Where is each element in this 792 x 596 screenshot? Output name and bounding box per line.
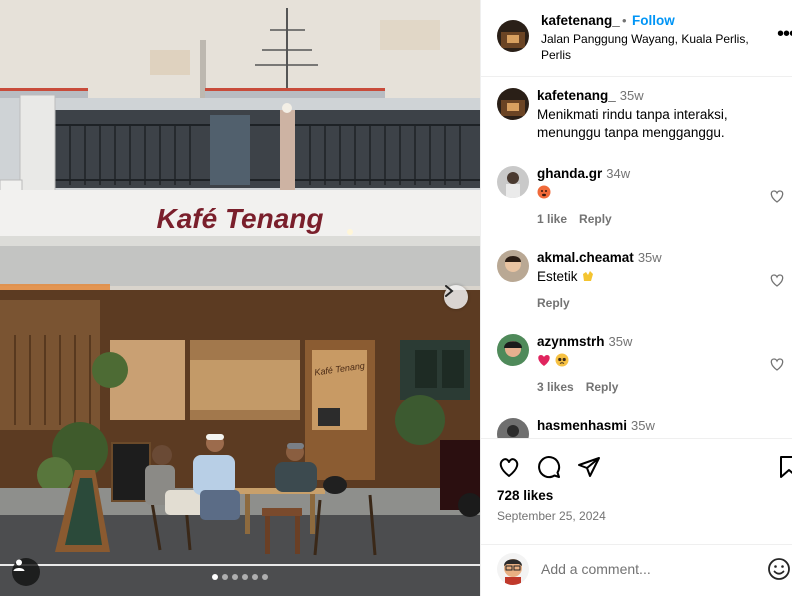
comment-text-value: Estetik (537, 269, 578, 284)
comment-username-text[interactable]: akmal.cheamat (537, 250, 634, 265)
author-avatar[interactable] (497, 20, 529, 52)
heart-icon[interactable] (769, 356, 785, 372)
pleading-face-emoji (555, 353, 569, 367)
carousel-dot (222, 574, 228, 580)
add-comment-bar (481, 544, 792, 596)
commenter-avatar[interactable] (497, 166, 529, 198)
post-location[interactable]: Jalan Panggung Wayang, Kuala Perlis, Per… (541, 31, 751, 63)
comments-list[interactable]: kafetenang_ 35w Menikmati rindu tanpa int… (481, 77, 792, 438)
current-user-avatar (497, 553, 529, 585)
comment-item: hasmenhasmi 35w (497, 418, 787, 438)
post-date[interactable]: September 25, 2024 (497, 509, 606, 523)
separator-dot: • (622, 13, 627, 28)
caption-time[interactable]: 35w (620, 88, 644, 103)
comment-item: akmal.cheamat 35w Estetik Reply (497, 250, 787, 312)
post-caption: kafetenang_ 35w Menikmati rindu tanpa int… (497, 88, 787, 148)
comment-text (537, 184, 767, 202)
cartoon-avatar-image (497, 553, 529, 585)
cafe-sign-text: Kafé Tenang (157, 203, 324, 234)
commenter-avatar[interactable] (497, 250, 529, 282)
cafe-avatar-image (497, 20, 529, 52)
caption-text: Menikmati rindu tanpa interaksi, menungg… (537, 107, 728, 140)
post-side-panel: kafetenang_ • Follow Jalan Panggung Waya… (480, 0, 792, 596)
comment-username-text[interactable]: hasmenhasmi (537, 418, 627, 433)
comment-meta: 1 like Reply (537, 212, 624, 226)
cafe-avatar-image (497, 88, 529, 120)
next-photo-button[interactable] (444, 285, 468, 309)
person-avatar-image (497, 250, 529, 282)
comment-time[interactable]: 35w (609, 334, 633, 349)
post-actions: 728 likes September 25, 2024 (481, 438, 792, 544)
comment-icon[interactable] (537, 455, 561, 479)
red-heart-emoji (538, 355, 550, 366)
instagram-post-view: Kafé Tenang Kafé Tenang kafetenang_ • Fo… (0, 0, 792, 596)
carousel-dots (212, 574, 268, 580)
hot-face-emoji (537, 185, 551, 199)
heart-icon[interactable] (497, 455, 521, 479)
heart-icon[interactable] (769, 272, 785, 288)
commenter-avatar[interactable] (497, 334, 529, 366)
person-tag-icon (13, 559, 25, 571)
caption-username[interactable]: kafetenang_ 35w (537, 88, 644, 103)
commenter-avatar[interactable] (497, 418, 529, 438)
comment-meta: 3 likes Reply (537, 380, 630, 394)
person-avatar-image (497, 334, 529, 366)
smiley-icon[interactable] (767, 557, 791, 581)
reply-button[interactable]: Reply (537, 296, 570, 310)
carousel-dot (262, 574, 268, 580)
likes-count[interactable]: 728 likes (497, 488, 553, 503)
tagged-people-button[interactable] (12, 558, 40, 586)
comment-meta: Reply (537, 296, 582, 310)
reply-button[interactable]: Reply (579, 212, 612, 226)
comment-username-text[interactable]: azynmstrh (537, 334, 605, 349)
chevron-right-icon (445, 285, 454, 297)
comment-text: Estetik (537, 268, 767, 286)
post-header: kafetenang_ • Follow Jalan Panggung Waya… (481, 0, 792, 77)
comment-username[interactable]: hasmenhasmi 35w (537, 418, 655, 433)
caption-username-text[interactable]: kafetenang_ (537, 88, 616, 103)
post-photo[interactable]: Kafé Tenang Kafé Tenang (0, 0, 480, 596)
cafe-storefront-image: Kafé Tenang Kafé Tenang (0, 0, 480, 596)
add-comment-input[interactable] (541, 561, 751, 577)
share-icon[interactable] (577, 455, 601, 479)
comment-username[interactable]: akmal.cheamat 35w (537, 250, 662, 265)
comment-item: ghanda.gr 34w 1 like Reply (497, 166, 787, 228)
reply-button[interactable]: Reply (586, 380, 619, 394)
person-avatar-image (497, 166, 529, 198)
comment-time[interactable]: 35w (631, 418, 655, 433)
comment-time[interactable]: 35w (638, 250, 662, 265)
carousel-dot (232, 574, 238, 580)
carousel-dot-active (212, 574, 218, 580)
comment-username-text[interactable]: ghanda.gr (537, 166, 602, 181)
author-username[interactable]: kafetenang_ (541, 13, 620, 28)
comment-username[interactable]: ghanda.gr 34w (537, 166, 630, 181)
follow-button[interactable]: Follow (632, 13, 675, 28)
more-options-icon[interactable]: ••• (777, 24, 792, 44)
comment-likes[interactable]: 1 like (537, 212, 567, 226)
person-avatar-image (497, 418, 529, 438)
caption-avatar[interactable] (497, 88, 529, 120)
comment-time[interactable]: 34w (606, 166, 630, 181)
carousel-dot (252, 574, 258, 580)
comment-item: azynmstrh 35w 3 likes Reply (497, 334, 787, 396)
heart-icon[interactable] (769, 188, 785, 204)
clapping-hands-emoji (583, 271, 594, 281)
bookmark-icon[interactable] (777, 455, 792, 479)
carousel-dot (242, 574, 248, 580)
comment-text (537, 352, 767, 370)
comment-username[interactable]: azynmstrh 35w (537, 334, 632, 349)
comment-likes[interactable]: 3 likes (537, 380, 574, 394)
